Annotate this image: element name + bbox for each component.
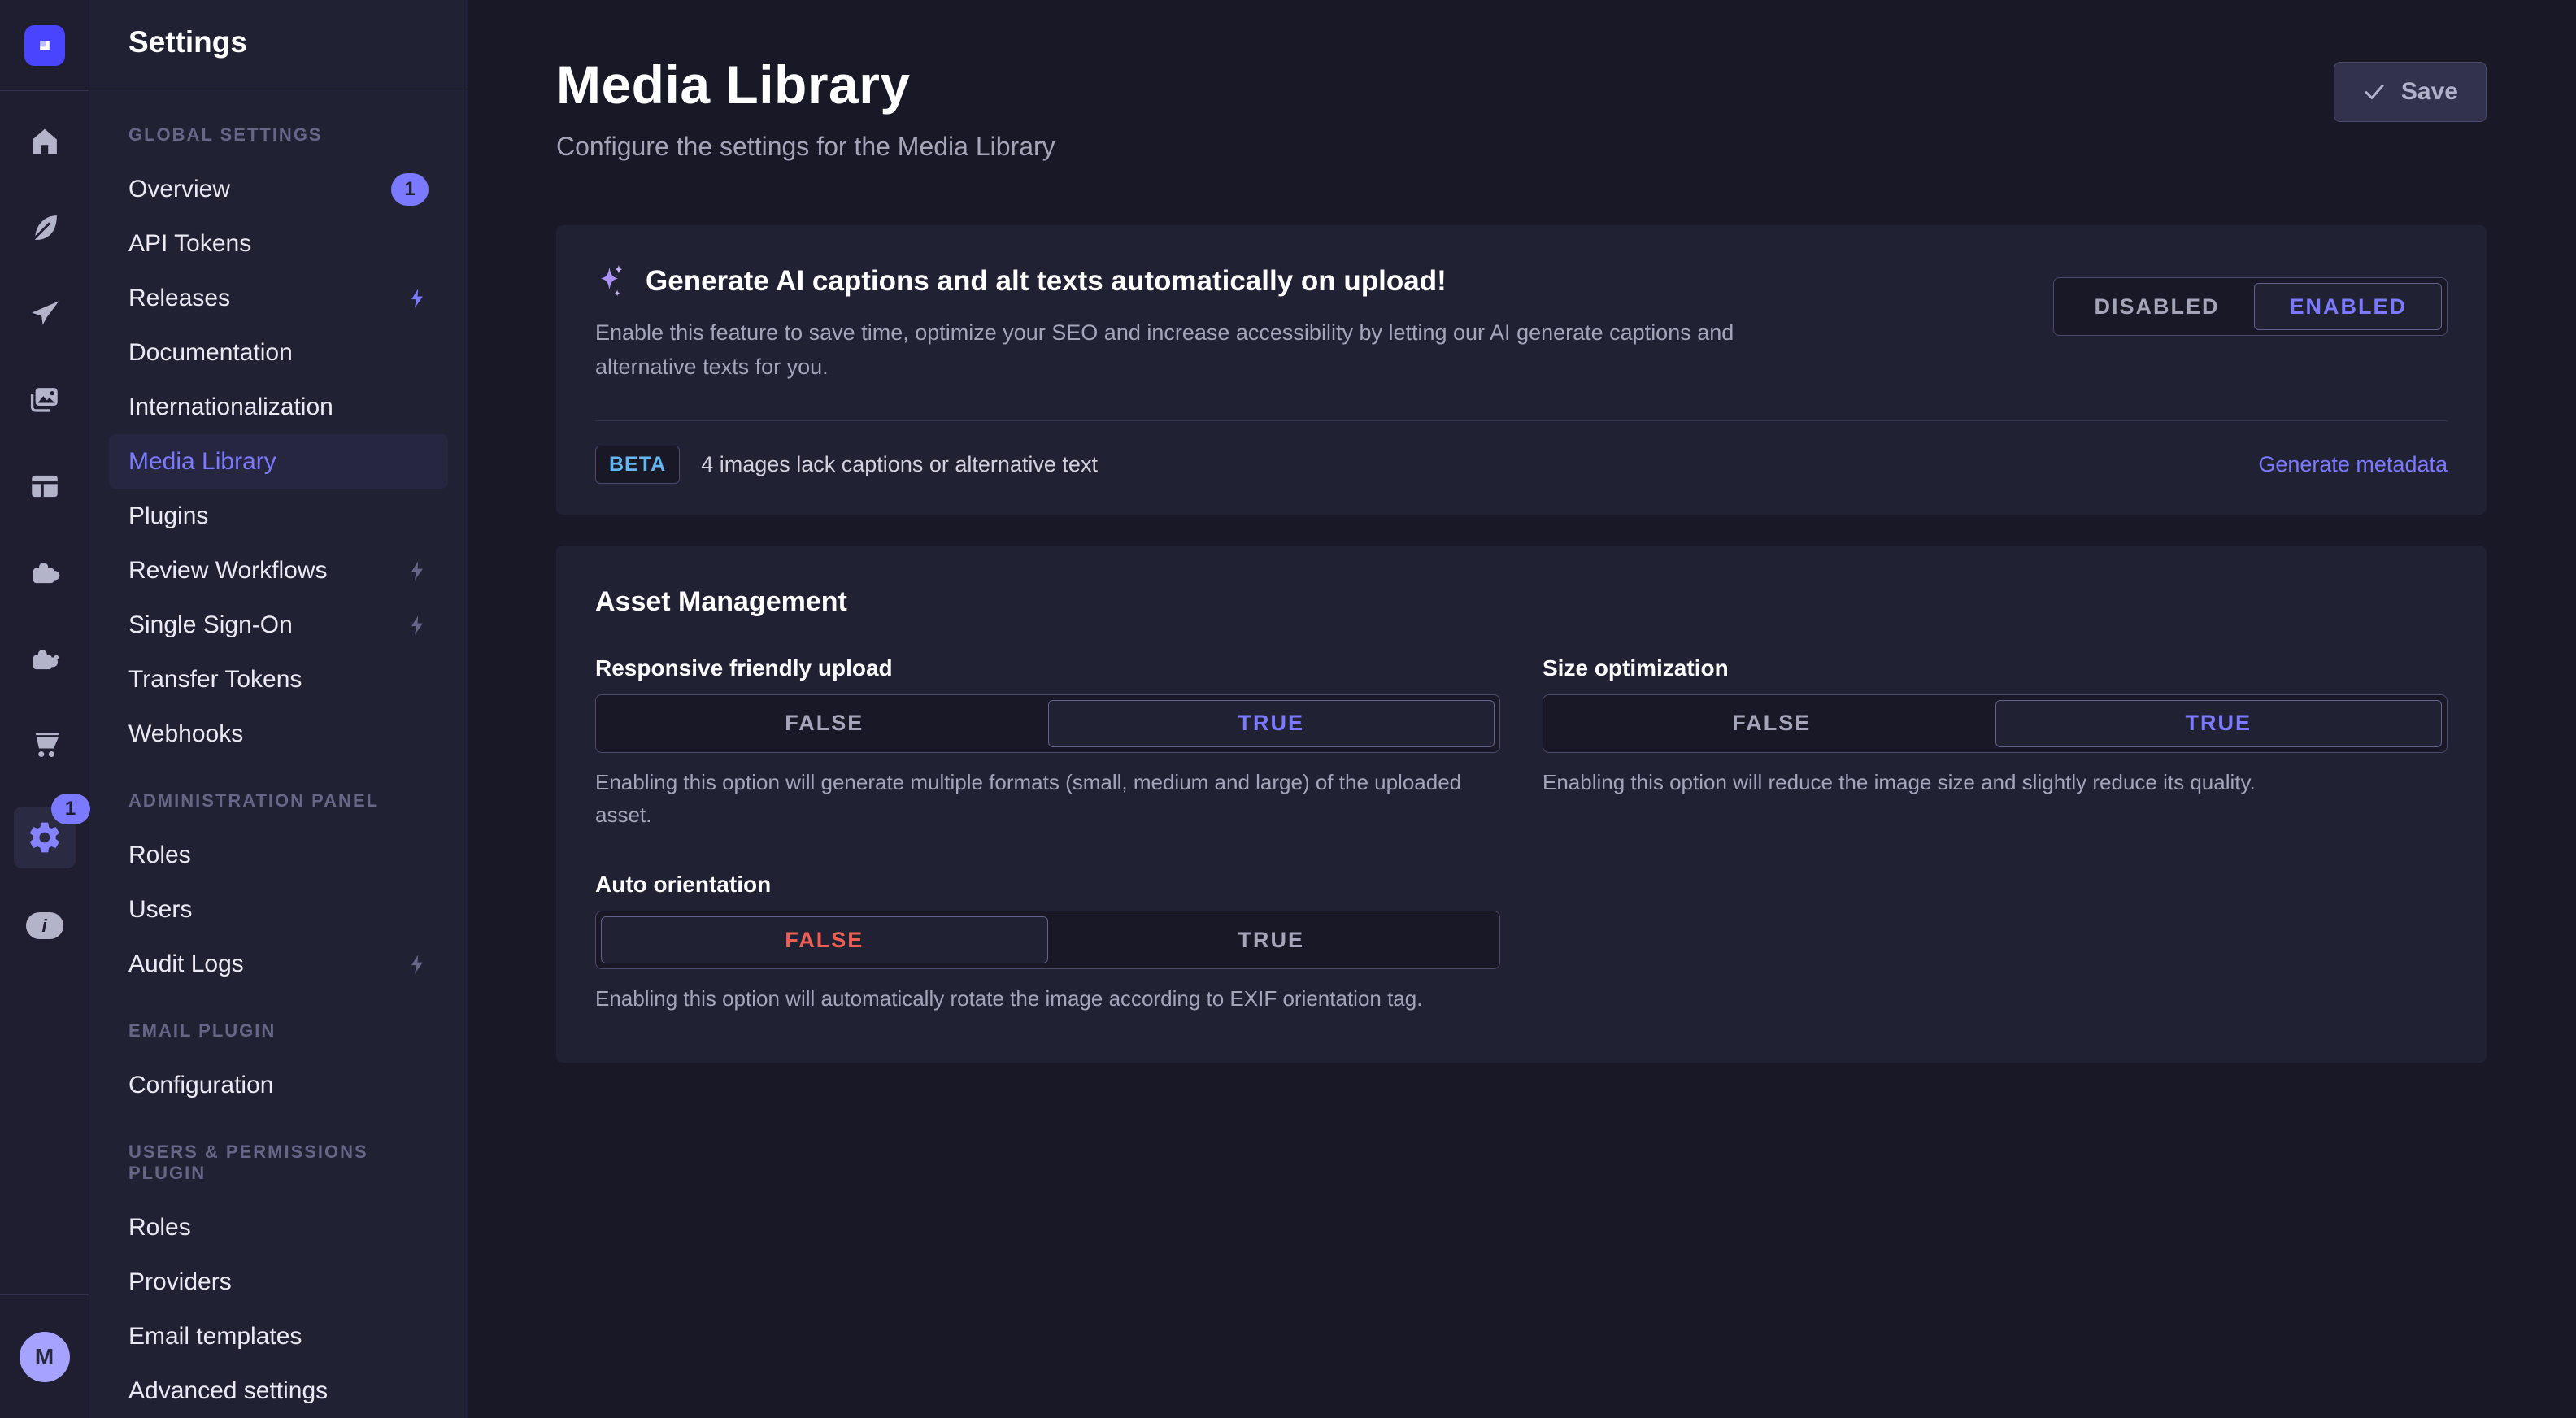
field-auto-orientation: Auto orientation FALSE TRUE Enabling thi… [595,872,1500,1015]
layout-icon[interactable] [27,468,63,504]
main-content: Media Library Configure the settings for… [468,0,2576,1418]
size-optimization-toggle: FALSE TRUE [1543,694,2448,753]
toggle-option-true[interactable]: TRUE [1995,700,2443,747]
ai-banner-text: Generate AI captions and alt texts autom… [595,263,1839,385]
responsive-upload-toggle: FALSE TRUE [595,694,1500,753]
sidebar-header: Settings [89,0,468,85]
sidebar-title: Settings [128,25,247,59]
logo-box [0,0,89,91]
lightning-icon [406,287,429,310]
save-button-label: Save [2401,78,2458,106]
sidebar-item-documentation[interactable]: Documentation [109,325,448,380]
overview-badge: 1 [391,173,429,206]
sidebar-item-plugins[interactable]: Plugins [109,489,448,543]
ai-banner-description: Enable this feature to save time, optimi… [595,316,1839,385]
beta-badge: BETA [595,446,680,484]
field-responsive-friendly-upload: Responsive friendly upload FALSE TRUE En… [595,655,1500,832]
sidebar-item-webhooks[interactable]: Webhooks [109,707,448,761]
home-icon[interactable] [27,124,63,159]
feather-icon[interactable] [27,210,63,246]
sidebar-item-up-roles[interactable]: Roles [109,1200,448,1255]
toggle-option-true[interactable]: TRUE [1048,700,1495,747]
settings-sidebar: Settings GLOBAL SETTINGS Overview 1 API … [89,0,468,1418]
field-label: Size optimization [1543,655,2448,681]
strapi-logo-icon[interactable] [24,25,65,66]
sidebar-item-overview[interactable]: Overview 1 [109,162,448,216]
rail-bottom: M [0,1294,89,1418]
lightning-icon [406,559,429,582]
sidebar-item-api-tokens[interactable]: API Tokens [109,216,448,271]
settings-notification-badge: 1 [51,794,90,824]
paper-plane-icon[interactable] [27,296,63,332]
field-label: Responsive friendly upload [595,655,1500,681]
sparkles-icon [595,263,629,300]
asset-management-card: Asset Management Responsive friendly upl… [556,546,2487,1063]
sidebar-item-releases[interactable]: Releases [109,271,448,325]
section-label-email-plugin: EMAIL PLUGIN [109,1020,448,1042]
sidebar-item-users[interactable]: Users [109,882,448,937]
cart-icon[interactable] [27,727,63,763]
images-icon[interactable] [27,382,63,418]
auto-orientation-toggle: FALSE TRUE [595,911,1500,969]
sidebar-item-admin-roles[interactable]: Roles [109,828,448,882]
puzzle-alt-icon[interactable] [27,641,63,676]
app-root: 1 i M Settings GLOBAL SETTINGS Overview … [0,0,2576,1418]
section-label-users-permissions-plugin: USERS & PERMISSIONS PLUGIN [109,1142,448,1184]
nav-rail: 1 i M [0,0,89,1418]
settings-gear-button[interactable]: 1 [14,807,76,868]
banner-divider [595,420,2448,421]
lightning-icon [406,614,429,637]
ai-banner-title: Generate AI captions and alt texts autom… [646,265,1447,298]
info-icon[interactable]: i [26,912,63,939]
section-label-administration-panel: ADMINISTRATION PANEL [109,790,448,811]
sidebar-item-advanced-settings[interactable]: Advanced settings [109,1364,448,1418]
asset-management-title: Asset Management [595,586,2448,618]
avatar[interactable]: M [20,1332,70,1382]
toggle-option-disabled[interactable]: DISABLED [2059,283,2254,330]
field-hint: Enabling this option will reduce the ima… [1543,766,2445,798]
sidebar-item-audit-logs[interactable]: Audit Logs [109,937,448,991]
sidebar-item-internationalization[interactable]: Internationalization [109,380,448,434]
sidebar-item-providers[interactable]: Providers [109,1255,448,1309]
check-icon [2362,80,2387,104]
toggle-option-enabled[interactable]: ENABLED [2254,283,2442,330]
field-size-optimization: Size optimization FALSE TRUE Enabling th… [1543,655,2448,832]
page-title: Media Library [556,54,1055,115]
field-label: Auto orientation [595,872,1500,898]
toggle-option-true[interactable]: TRUE [1048,916,1495,963]
rail-icon-list: 1 i [14,91,76,939]
toggle-option-false[interactable]: FALSE [601,916,1048,963]
toggle-option-false[interactable]: FALSE [1548,700,1995,747]
page-header: Media Library Configure the settings for… [556,54,2487,162]
section-label-global-settings: GLOBAL SETTINGS [109,124,448,146]
generate-metadata-link[interactable]: Generate metadata [2258,452,2448,477]
ai-banner-card: Generate AI captions and alt texts autom… [556,225,2487,515]
page-subtitle: Configure the settings for the Media Lib… [556,132,1055,162]
sidebar-item-email-configuration[interactable]: Configuration [109,1058,448,1112]
sidebar-item-review-workflows[interactable]: Review Workflows [109,543,448,598]
sidebar-item-media-library[interactable]: Media Library [109,434,448,489]
gear-icon [27,820,63,855]
lightning-icon [406,953,429,976]
field-hint: Enabling this option will generate multi… [595,766,1498,832]
sidebar-nav-list: GLOBAL SETTINGS Overview 1 API Tokens Re… [89,85,468,1418]
field-hint: Enabling this option will automatically … [595,982,1498,1015]
sidebar-item-single-sign-on[interactable]: Single Sign-On [109,598,448,652]
sidebar-item-email-templates[interactable]: Email templates [109,1309,448,1364]
ai-enable-toggle: DISABLED ENABLED [2053,277,2448,336]
ai-status-text: 4 images lack captions or alternative te… [701,452,1098,477]
sidebar-item-transfer-tokens[interactable]: Transfer Tokens [109,652,448,707]
puzzle-icon[interactable] [27,555,63,590]
toggle-option-false[interactable]: FALSE [601,700,1048,747]
save-button[interactable]: Save [2334,62,2487,122]
